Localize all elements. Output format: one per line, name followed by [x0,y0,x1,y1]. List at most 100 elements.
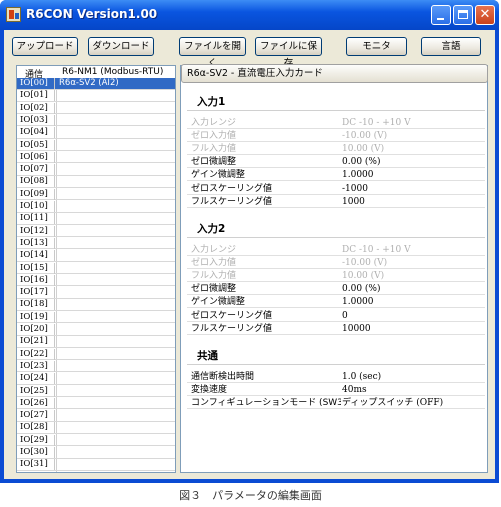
list-item[interactable]: IO[00] R6α-SV2 (AI2) [17,78,175,90]
parameter-value[interactable]: 1.0000 [342,296,374,308]
download-button[interactable]: ダウンロード [88,37,154,56]
io-slot-id: IO[18] [20,299,55,311]
list-item[interactable]: IO[05] [17,139,175,151]
parameter-value[interactable]: 0 [342,310,348,322]
list-item[interactable]: IO[10] [17,201,175,213]
list-item[interactable]: IO[11] [17,213,175,225]
list-item[interactable]: IO[16] [17,274,175,287]
module-list[interactable]: 通信 R6-NM1 (Modbus-RTU) IO[00] R6α-SV2 (AI… [16,65,176,473]
minimize-button[interactable] [431,5,451,25]
list-item[interactable]: IO[19] [17,311,175,324]
io-slot-id: IO[27] [20,410,55,422]
section-title: 入力1 [197,96,226,108]
list-item[interactable]: IO[28] [17,422,175,434]
parameter-row[interactable]: ゼロ微調整 0.00 (%) [187,283,485,296]
parameter-row[interactable]: フルスケーリング値 1000 [187,196,485,208]
parameter-row[interactable]: ゲイン微調整 1.0000 [187,169,485,182]
list-item[interactable]: IO[15] [17,262,175,274]
parameter-label: ゲイン微調整 [191,170,245,181]
parameter-row[interactable]: 変換速度 40ms [187,384,485,397]
list-item[interactable]: IO[22] [17,348,175,361]
list-item[interactable]: IO[07] [17,164,175,176]
io-slot-id: IO[17] [20,287,55,299]
parameter-value[interactable]: -1000 [342,183,368,195]
app-window: R6CON Version1.00 ✕ アップロード ダウンロード ファイルを開… [0,0,499,483]
list-item[interactable]: IO[13] [17,237,175,250]
parameter-label: ゼロ微調整 [191,284,237,295]
parameter-label: ゼロ微調整 [191,157,237,168]
parameter-row[interactable]: コンフィギュレーションモード (SW3... ディップスイッチ (OFF) [187,397,485,410]
io-slot-id: IO[28] [20,422,55,434]
list-item[interactable]: IO[04] [17,127,175,139]
parameter-value[interactable]: 1.0 (sec) [342,371,381,383]
parameter-value[interactable]: ディップスイッチ (OFF) [342,397,443,409]
module-list-header: 通信 R6-NM1 (Modbus-RTU) [17,66,175,80]
list-item[interactable]: IO[02] [17,102,175,115]
parameter-value[interactable]: 0.00 (%) [342,283,380,295]
section-title: 共通 [197,350,218,362]
parameter-row[interactable]: フルスケーリング値 10000 [187,323,485,335]
io-slot-id: IO[15] [20,262,55,274]
maximize-button[interactable] [453,5,473,25]
parameter-row[interactable]: ゲイン微調整 1.0000 [187,296,485,309]
figure-caption: 図３ パラメータの編集画面 [179,489,322,502]
parameter-value: -10.00 (V) [342,258,388,269]
title-bar[interactable]: R6CON Version1.00 ✕ [0,0,499,30]
monitor-button[interactable]: モニタ [346,37,407,56]
parameter-value[interactable]: 1.0000 [342,169,374,181]
parameter-label: フルスケーリング値 [191,323,273,334]
parameter-row[interactable]: 通信断検出時間 1.0 (sec) [187,371,485,383]
list-item[interactable]: IO[23] [17,360,175,373]
io-slot-id: IO[00] [20,78,55,89]
io-slot-id: IO[02] [20,102,55,114]
parameter-panel: 入力1 入力レンジ DC -10 - +10 V ゼロ入力値 -10.00 (V) フル入… [180,65,488,473]
list-item[interactable]: IO[31] [17,459,175,471]
io-slot-id: IO[01] [20,90,55,102]
parameter-value[interactable]: 0.00 (%) [342,156,380,168]
close-icon: ✕ [479,7,491,22]
list-item[interactable]: IO[18] [17,299,175,311]
io-slot-id: IO[21] [20,336,55,348]
parameter-value[interactable]: 10000 [342,323,371,335]
parameter-value: DC -10 - +10 V [342,245,411,255]
comm-module-label: R6-NM1 (Modbus-RTU) [62,67,164,77]
parameter-value: 10.00 (V) [342,144,385,155]
list-item[interactable]: IO[09] [17,188,175,201]
list-item[interactable]: IO[24] [17,373,175,385]
save-file-button[interactable]: ファイルに保存 [255,37,322,69]
list-item[interactable]: IO[29] [17,434,175,447]
parameter-row[interactable]: ゼロ微調整 0.00 (%) [187,156,485,169]
parameter-label: 入力レンジ [191,118,237,128]
list-item[interactable]: IO[27] [17,410,175,422]
close-button[interactable]: ✕ [475,5,495,25]
list-item[interactable]: IO[30] [17,447,175,459]
parameter-label: 変換速度 [191,385,228,396]
parameter-value[interactable]: 1000 [342,196,365,208]
language-button[interactable]: 言語 [421,37,481,56]
io-slot-id: IO[23] [20,360,55,372]
io-slot-id: IO[09] [20,188,55,200]
list-item[interactable]: IO[20] [17,324,175,336]
io-slot-id: IO[29] [20,434,55,446]
io-slot-id: IO[10] [20,201,55,212]
list-item[interactable]: IO[03] [17,114,175,127]
parameter-row[interactable]: ゼロスケーリング値 -1000 [187,183,485,195]
section-title: 入力2 [197,223,226,235]
list-item[interactable]: IO[21] [17,336,175,348]
parameter-row[interactable]: ゼロスケーリング値 0 [187,310,485,322]
parameter-label: フル入力値 [191,271,237,282]
parameter-value[interactable]: 40ms [342,384,367,396]
list-item[interactable]: IO[14] [17,250,175,262]
list-item[interactable]: IO[25] [17,385,175,397]
list-item[interactable]: IO[01] [17,90,175,102]
list-item[interactable]: IO[17] [17,287,175,299]
list-item[interactable]: IO[06] [17,151,175,164]
module-title-bar: R6α-SV2 - 直流電圧入力カード [181,64,488,83]
list-item[interactable]: IO[08] [17,176,175,188]
open-file-button[interactable]: ファイルを開く [179,37,246,69]
list-item[interactable]: IO[12] [17,225,175,238]
upload-button[interactable]: アップロード [12,37,78,56]
list-item[interactable]: IO[26] [17,397,175,410]
parameter-row: 入力レンジ DC -10 - +10 V [187,117,485,129]
parameter-row: ゼロ入力値 -10.00 (V) [187,257,485,270]
